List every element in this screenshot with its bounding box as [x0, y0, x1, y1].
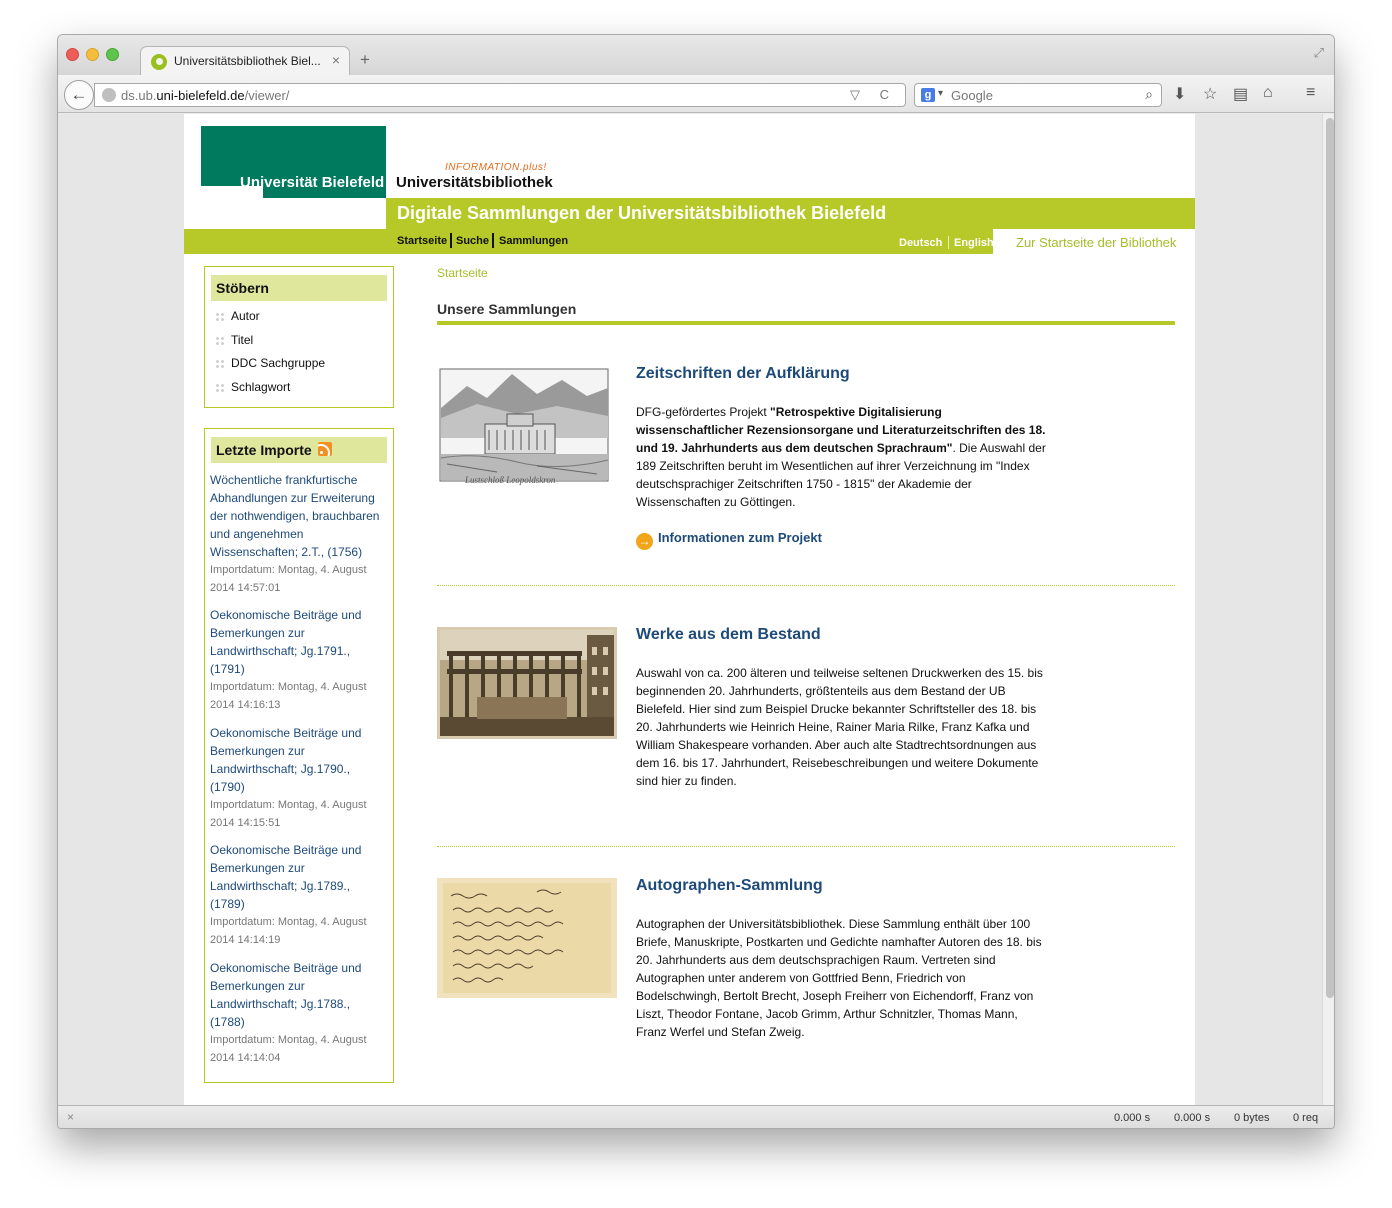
- collection-desc-aufklaerung: DFG-gefördertes Projekt "Retrospektive D…: [636, 405, 1046, 509]
- collection-title-autographen[interactable]: Autographen-Sammlung: [636, 877, 823, 895]
- close-window-button[interactable]: [66, 48, 79, 61]
- import-item-date: Importdatum: Montag, 4. August 2014 14:57…: [210, 564, 367, 594]
- site-title-band: Digitale Sammlungen der Universitätsbibl…: [386, 198, 1195, 229]
- collection-image-bestand[interactable]: [437, 627, 617, 739]
- nav-suche[interactable]: Suche: [456, 235, 489, 247]
- nav-separator: [492, 233, 494, 248]
- close-status-icon[interactable]: ×: [67, 1110, 74, 1124]
- import-item-link[interactable]: Wöchentliche frankfurtische Abhandlungen …: [210, 471, 385, 561]
- grip-dots-icon: [215, 382, 225, 393]
- browse-box: Stöbern Autor Titel DDC Sachgruppe Schla…: [204, 266, 394, 408]
- language-english[interactable]: English: [954, 237, 994, 249]
- title-bar: Universitätsbibliothek Biel... × + ⤢: [58, 35, 1334, 76]
- imports-box: Letzte Importe Wöchentliche frankfurtisc…: [204, 428, 394, 1083]
- import-item-link[interactable]: Oekonomische Beiträge und Bemerkungen zur…: [210, 606, 385, 678]
- vertical-scrollbar[interactable]: [1322, 114, 1334, 1105]
- imports-heading: Letzte Importe: [211, 437, 387, 463]
- search-bar[interactable]: g ▾ Google ⌕: [914, 83, 1162, 107]
- image-caption: Lustschloß Leopoldskron: [465, 475, 556, 485]
- download-icon[interactable]: ⬇: [1173, 84, 1186, 104]
- collection-divider: [437, 585, 1175, 586]
- search-icon[interactable]: ⌕: [1145, 86, 1153, 103]
- browse-item-ddc[interactable]: DDC Sachgruppe: [215, 356, 325, 370]
- reader-icon[interactable]: ▤: [1233, 84, 1248, 104]
- grip-dots-icon: [215, 335, 225, 346]
- collection-title-aufklaerung[interactable]: Zeitschriften der Aufklärung: [636, 365, 850, 383]
- navigation-toolbar: ← ds.ub.uni-bielefeld.de/viewer/ ▽ C g ▾…: [58, 75, 1334, 113]
- import-item-link[interactable]: Oekonomische Beiträge und Bemerkungen zur…: [210, 724, 385, 796]
- browse-heading: Stöbern: [211, 275, 387, 301]
- menu-icon[interactable]: ≡: [1306, 84, 1315, 102]
- collection-title-bestand[interactable]: Werke aus dem Bestand: [636, 626, 821, 644]
- chevron-down-icon[interactable]: ▾: [938, 88, 943, 99]
- tab-close-icon[interactable]: ×: [332, 52, 340, 68]
- url-text[interactable]: ds.ub.uni-bielefeld.de/viewer/: [121, 88, 289, 103]
- url-bar[interactable]: ds.ub.uni-bielefeld.de/viewer/ ▽ C: [94, 83, 906, 107]
- library-name: Universitätsbibliothek: [396, 174, 553, 191]
- home-icon[interactable]: ⌂: [1263, 84, 1273, 102]
- status-requests: 0 req: [1293, 1112, 1319, 1124]
- status-time-2: 0.000 s: [1174, 1112, 1211, 1124]
- zoom-window-button[interactable]: [106, 48, 119, 61]
- page-content: Universität Bielefeld INFORMATION.plus! …: [184, 114, 1195, 1105]
- information-plus-logo: INFORMATION.plus!: [445, 162, 547, 173]
- fullscreen-icon[interactable]: ⤢: [1314, 45, 1324, 61]
- rss-icon[interactable]: [317, 442, 332, 456]
- arrow-right-icon: →: [636, 533, 653, 550]
- import-item-date: Importdatum: Montag, 4. August 2014 14:14…: [210, 1034, 367, 1064]
- google-icon[interactable]: g: [921, 88, 935, 102]
- title-underline: [437, 321, 1175, 325]
- new-tab-button[interactable]: +: [360, 50, 370, 70]
- language-deutsch[interactable]: Deutsch: [899, 237, 942, 249]
- language-separator: [948, 236, 949, 249]
- scrollbar-thumb[interactable]: [1326, 118, 1334, 998]
- collection-desc-bestand: Auswahl von ca. 200 älteren und teilweis…: [636, 666, 1043, 788]
- main-navigation: Startseite Suche Sammlungen Deutsch Engl…: [184, 229, 994, 254]
- globe-icon: [102, 88, 116, 102]
- grip-dots-icon: [215, 311, 225, 322]
- browser-window: Universitätsbibliothek Biel... × + ⤢ ← d…: [57, 34, 1335, 1129]
- import-item-link[interactable]: Oekonomische Beiträge und Bemerkungen zur…: [210, 841, 385, 913]
- browse-item-autor[interactable]: Autor: [215, 309, 260, 323]
- project-info-link[interactable]: → Informationen zum Projekt: [636, 530, 822, 550]
- nav-startseite[interactable]: Startseite: [397, 235, 447, 247]
- status-bar: × 0.000 s 0.000 s 0 bytes 0 req: [58, 1105, 1334, 1128]
- minimize-window-button[interactable]: [86, 48, 99, 61]
- search-input[interactable]: Google: [951, 88, 993, 103]
- collection-divider: [437, 846, 1175, 847]
- collection-image-aufklaerung[interactable]: Lustschloß Leopoldskron: [437, 368, 617, 490]
- reload-icon[interactable]: ▽ C: [850, 87, 897, 103]
- favicon-icon: [151, 54, 167, 70]
- collection-desc-autographen: Autographen der Universitätsbibliothek. …: [636, 917, 1042, 1039]
- import-item-date: Importdatum: Montag, 4. August 2014 14:15…: [210, 799, 367, 829]
- back-arrow-icon[interactable]: ←: [64, 80, 94, 110]
- browser-tab[interactable]: Universitätsbibliothek Biel... ×: [140, 46, 350, 76]
- library-home-link[interactable]: Zur Startseite der Bibliothek: [1016, 235, 1176, 250]
- bookmark-star-icon[interactable]: ☆: [1203, 84, 1217, 104]
- import-item-link[interactable]: Oekonomische Beiträge und Bemerkungen zur…: [210, 959, 385, 1031]
- site-title: Digitale Sammlungen der Universitätsbibl…: [397, 203, 887, 223]
- status-time-1: 0.000 s: [1114, 1112, 1151, 1124]
- browse-item-schlagwort[interactable]: Schlagwort: [215, 380, 290, 394]
- status-bytes: 0 bytes: [1234, 1112, 1270, 1124]
- browse-item-titel[interactable]: Titel: [215, 333, 253, 347]
- nav-sammlungen[interactable]: Sammlungen: [499, 235, 568, 247]
- page-viewport: Universität Bielefeld INFORMATION.plus! …: [58, 114, 1322, 1105]
- tab-title: Universitätsbibliothek Biel...: [174, 54, 321, 68]
- collection-image-autographen[interactable]: [437, 878, 617, 998]
- breadcrumb[interactable]: Startseite: [437, 266, 488, 280]
- page-title: Unsere Sammlungen: [437, 301, 577, 317]
- university-logo-text: Universität Bielefeld: [240, 174, 385, 191]
- nav-separator: [450, 233, 452, 248]
- import-item-date: Importdatum: Montag, 4. August 2014 14:14…: [210, 916, 367, 946]
- grip-dots-icon: [215, 358, 225, 369]
- import-item-date: Importdatum: Montag, 4. August 2014 14:16…: [210, 681, 367, 711]
